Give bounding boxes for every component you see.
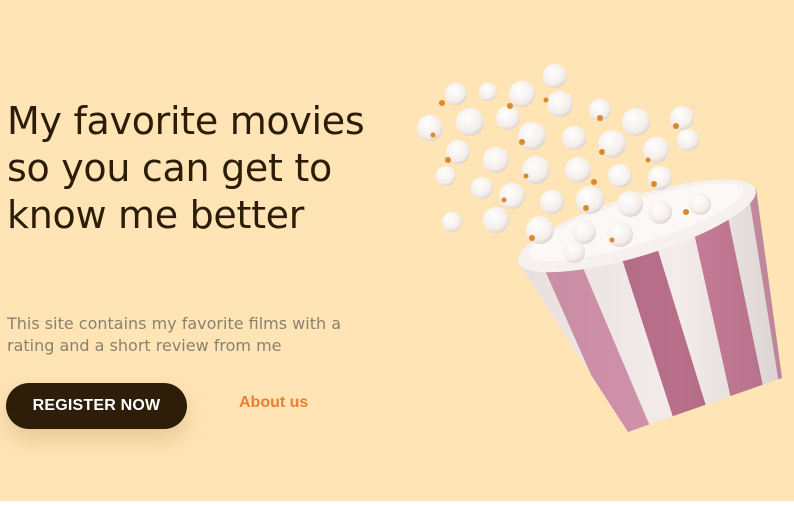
register-now-button[interactable]: REGISTER NOW: [6, 383, 187, 429]
popcorn-bucket-icon: [417, 64, 782, 432]
about-us-link[interactable]: About us: [239, 394, 308, 412]
hero-section: My favorite movies so you can get to kno…: [0, 0, 794, 501]
hero-headline: My favorite movies so you can get to kno…: [7, 99, 365, 237]
hero-subtitle: This site contains my favorite films wit…: [7, 314, 342, 355]
